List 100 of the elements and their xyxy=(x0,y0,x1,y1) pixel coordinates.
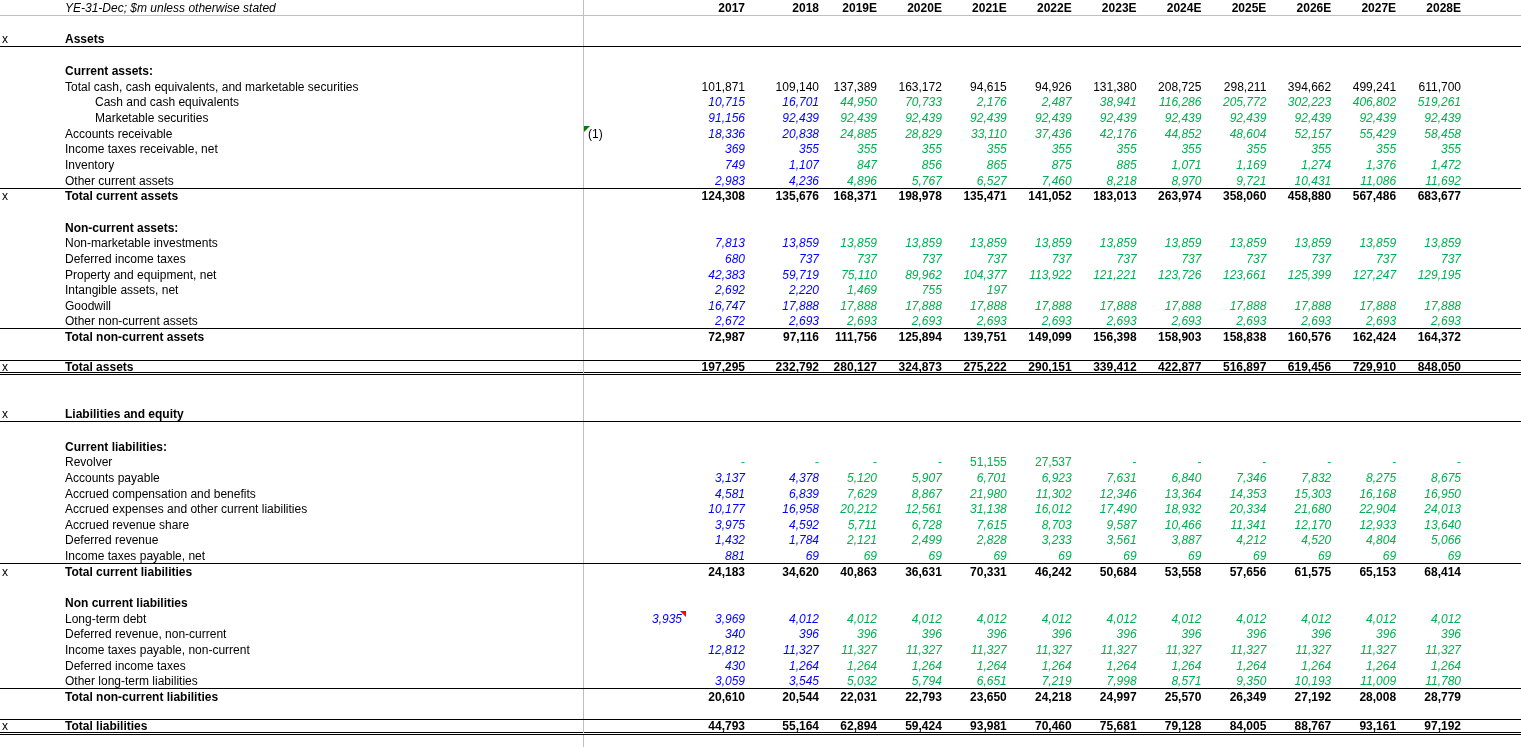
table-cell: 12,346 xyxy=(1099,487,1137,501)
table-cell: 44,793 xyxy=(708,720,745,734)
table-cell: 737 xyxy=(921,252,942,266)
row-marker: x xyxy=(2,565,8,579)
table-cell: 70,733 xyxy=(905,96,942,110)
table-cell: 69 xyxy=(1253,550,1267,564)
table-cell: 339,412 xyxy=(1093,360,1137,374)
table-cell: 21,980 xyxy=(970,487,1007,501)
table-cell: 37,436 xyxy=(1034,127,1072,141)
column-header: 2019E xyxy=(842,1,877,15)
table-cell: 24,013 xyxy=(1424,503,1461,517)
table-cell: 137,389 xyxy=(833,80,877,94)
table-cell: 11,327 xyxy=(970,643,1007,657)
table-cell: 13,364 xyxy=(1164,487,1202,501)
table-cell: 6,923 xyxy=(1041,471,1072,485)
table-cell: 168,371 xyxy=(833,190,877,204)
sheet-caption: YE-31-Dec; $m unless otherwise stated xyxy=(65,1,276,15)
table-cell: 11,086 xyxy=(1360,174,1397,188)
table-cell: 11,327 xyxy=(841,643,877,657)
table-cell: 89,962 xyxy=(905,268,942,282)
table-cell: 4,012 xyxy=(846,612,877,626)
table-cell: 75,681 xyxy=(1099,720,1137,734)
table-cell: 3,969 xyxy=(714,612,745,626)
table-cell: 94,615 xyxy=(970,80,1007,94)
table-cell: 13,859 xyxy=(970,237,1007,251)
table-cell: 396 xyxy=(798,628,819,642)
row-label: Income taxes receivable, net xyxy=(65,143,218,157)
table-cell: 92,439 xyxy=(1164,112,1202,126)
table-cell: 13,859 xyxy=(782,237,819,251)
table-cell: 38,941 xyxy=(1099,96,1137,110)
table-cell: 430 xyxy=(724,659,745,673)
table-cell: 10,193 xyxy=(1294,675,1332,689)
table-cell: 6,527 xyxy=(976,174,1007,188)
table-cell: 3,059 xyxy=(714,675,745,689)
table-cell: 499,241 xyxy=(1352,80,1397,94)
table-cell: 2,121 xyxy=(846,534,877,548)
table-cell: 26,349 xyxy=(1229,690,1267,704)
table-cell: 104,377 xyxy=(963,268,1007,282)
table-cell: 20,544 xyxy=(782,690,819,704)
row-label: Total non-current liabilities xyxy=(65,690,219,704)
table-cell: 4,236 xyxy=(788,174,819,188)
table-cell: 12,933 xyxy=(1359,518,1397,532)
table-cell: 113,922 xyxy=(1029,268,1072,282)
table-cell: 18,932 xyxy=(1164,503,1202,517)
row-label: Current assets: xyxy=(65,65,154,79)
table-cell: 396 xyxy=(856,628,877,642)
table-cell: 729,910 xyxy=(1352,360,1397,374)
table-cell: 11,327 xyxy=(1035,643,1072,657)
table-cell: 355 xyxy=(1246,143,1267,157)
row-label: Other non-current assets xyxy=(65,315,198,329)
table-cell: 14,353 xyxy=(1229,487,1267,501)
row-label: Total cash, cash equivalents, and marketable securities xyxy=(65,80,359,94)
row-label: Deferred income taxes xyxy=(65,252,186,266)
table-cell: 9,721 xyxy=(1236,174,1267,188)
row-label: Deferred revenue xyxy=(65,534,159,548)
table-cell: 129,195 xyxy=(1417,268,1461,282)
table-cell: 13,859 xyxy=(905,237,942,251)
table-cell: 69 xyxy=(1058,550,1072,564)
column-header: 2028E xyxy=(1426,1,1461,15)
table-cell: 59,719 xyxy=(782,268,819,282)
table-cell: 3,233 xyxy=(1041,534,1072,548)
table-cell: 11,327 xyxy=(1230,643,1267,657)
table-cell: 69 xyxy=(805,550,819,564)
table-cell: 5,794 xyxy=(911,675,942,689)
table-cell: 8,218 xyxy=(1106,174,1137,188)
table-cell: 57,656 xyxy=(1229,565,1267,579)
table-cell: 109,140 xyxy=(775,80,819,94)
table-cell: 13,859 xyxy=(1034,237,1072,251)
table-cell: 4,012 xyxy=(1431,612,1461,626)
table-cell: 875 xyxy=(1051,159,1072,173)
table-cell: 755 xyxy=(921,284,942,298)
table-cell: 13,859 xyxy=(1359,237,1397,251)
table-cell: 1,784 xyxy=(788,534,819,548)
table-cell: 2,693 xyxy=(1106,315,1137,329)
column-header: 2017 xyxy=(718,1,745,15)
table-cell: 11,327 xyxy=(1100,643,1137,657)
table-cell: 1,376 xyxy=(1366,159,1397,173)
table-cell: 232,792 xyxy=(775,360,819,374)
table-cell: 55,164 xyxy=(782,720,819,734)
table-cell: 881 xyxy=(724,550,745,564)
table-cell: 20,610 xyxy=(708,690,745,704)
row-label: Other long-term liabilities xyxy=(65,675,198,689)
table-cell: 2,983 xyxy=(714,174,745,188)
table-cell: 737 xyxy=(1116,252,1137,266)
table-cell: 11,327 xyxy=(1425,643,1461,657)
table-cell: 2,672 xyxy=(714,315,745,329)
table-cell: 93,161 xyxy=(1359,720,1397,734)
table-cell: 28,008 xyxy=(1359,690,1397,704)
table-cell: 55,429 xyxy=(1359,127,1397,141)
table-cell: 92,439 xyxy=(1099,112,1137,126)
table-cell: 135,471 xyxy=(963,190,1007,204)
table-cell: 33,110 xyxy=(970,127,1007,141)
table-cell: 355 xyxy=(1441,143,1461,157)
table-cell: 65,153 xyxy=(1359,565,1397,579)
table-cell: 92,439 xyxy=(1424,112,1461,126)
table-cell: 4,012 xyxy=(1106,612,1137,626)
table-cell: 13,859 xyxy=(840,237,877,251)
table-cell: 139,751 xyxy=(963,331,1007,345)
table-cell: 11,009 xyxy=(1360,675,1397,689)
table-cell: 737 xyxy=(1441,252,1461,266)
